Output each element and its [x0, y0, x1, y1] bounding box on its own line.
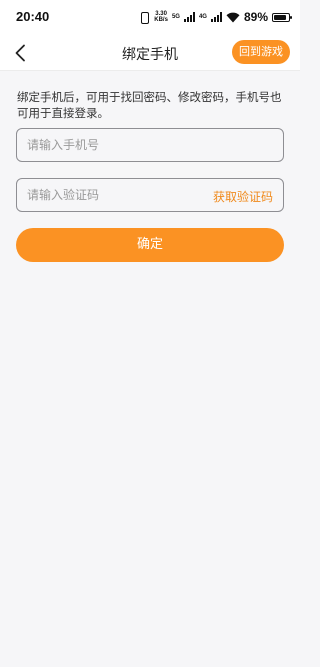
- vibrate-icon: [138, 11, 150, 24]
- network-tag-5g-label: 5G: [171, 14, 180, 20]
- battery-percent: 89%: [243, 10, 268, 24]
- verification-code-input[interactable]: [27, 179, 207, 211]
- wifi-icon: [226, 12, 240, 22]
- signal-icon: [183, 12, 195, 22]
- nav-bar: 绑定手机 回到游戏: [0, 35, 300, 71]
- get-code-button[interactable]: 获取验证码: [213, 188, 273, 205]
- phone-input[interactable]: [27, 129, 207, 161]
- battery-fill: [274, 14, 287, 20]
- status-bar: 20:40 3.30 KB/s 5G 4G 89%: [0, 0, 300, 35]
- status-time: 20:40: [16, 9, 50, 24]
- network-speed-unit: KB/s: [154, 17, 168, 23]
- signal-icon-secondary: [210, 12, 222, 22]
- phone-field[interactable]: [16, 128, 284, 162]
- confirm-button[interactable]: 确定: [16, 228, 284, 262]
- code-field[interactable]: 获取验证码: [16, 178, 284, 212]
- return-to-game-button[interactable]: 回到游戏: [232, 40, 290, 64]
- network-tag-5g: 5G: [172, 14, 180, 20]
- network-tag-4g-label: 4G: [198, 14, 207, 20]
- status-icons: 3.30 KB/s 5G 4G 89%: [138, 9, 292, 25]
- network-tag-4g: 4G: [199, 14, 207, 20]
- network-speed: 3.30 KB/s: [154, 11, 168, 23]
- bind-hint-text: 绑定手机后，可用于找回密码、修改密码，手机号也可用于直接登录。: [17, 90, 282, 120]
- battery-icon: [272, 12, 292, 22]
